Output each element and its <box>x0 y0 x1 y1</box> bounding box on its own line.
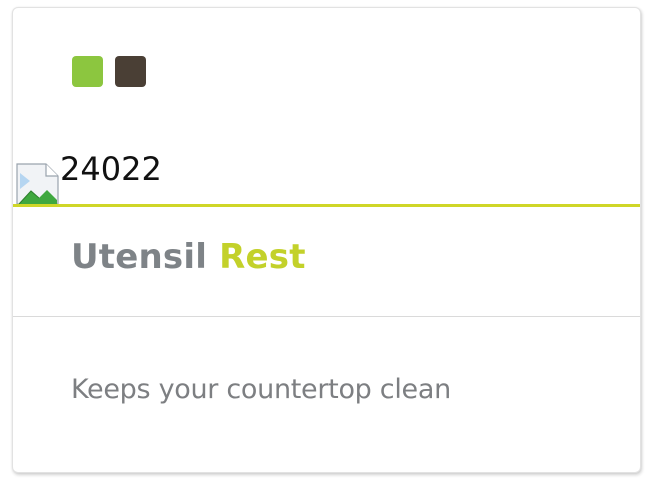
accent-divider <box>13 204 640 207</box>
product-title[interactable]: Utensil Rest <box>71 240 306 274</box>
swatch-lime-green[interactable] <box>72 56 103 87</box>
product-sku: 24022 <box>60 150 162 188</box>
section-divider <box>13 316 640 317</box>
product-description: Keeps your countertop clean <box>71 374 451 405</box>
color-swatches <box>72 56 146 87</box>
product-title-part2: Rest <box>219 237 306 277</box>
product-card[interactable]: 24022 Utensil Rest Keeps your countertop… <box>12 7 641 473</box>
broken-image-icon <box>16 163 59 205</box>
swatch-dark-brown[interactable] <box>115 56 146 87</box>
product-title-part1: Utensil <box>71 237 208 277</box>
product-image-area: 24022 <box>13 151 640 206</box>
